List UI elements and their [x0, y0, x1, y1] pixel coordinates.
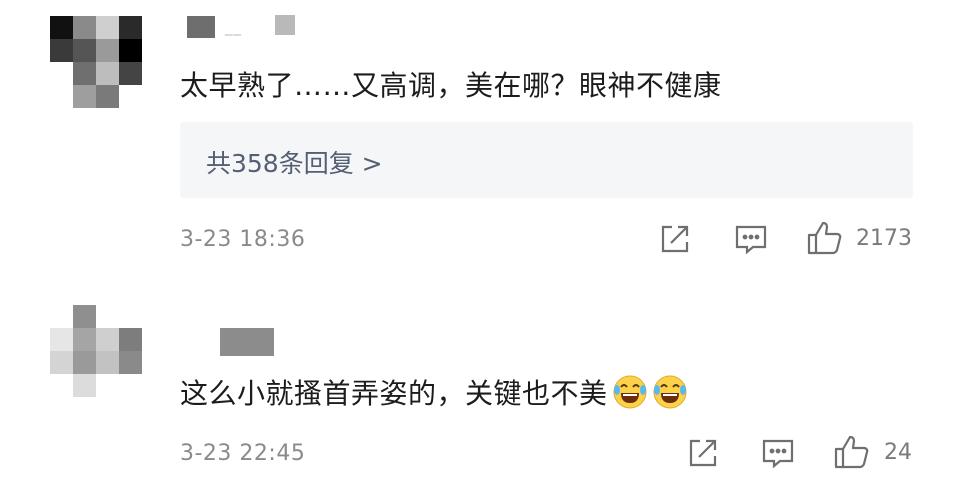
timestamp: 3-23 22:45 — [180, 441, 306, 466]
view-replies-link[interactable]: 共358条回复 > — [206, 144, 383, 180]
like-count: 24 — [884, 440, 912, 465]
username-redacted — [187, 16, 215, 38]
share-icon[interactable] — [658, 222, 692, 260]
thumbs-up-icon[interactable] — [806, 220, 844, 260]
replies-box: 共358条回复 > — [180, 122, 913, 198]
comment-icon[interactable] — [760, 436, 796, 474]
avatar[interactable] — [50, 305, 142, 397]
username-redacted — [220, 328, 274, 356]
username-redacted — [275, 15, 295, 35]
comment-text-content: 这么小就搔首弄姿的，关键也不美 — [180, 377, 608, 410]
username[interactable]: __ — [225, 18, 242, 36]
share-icon[interactable] — [686, 436, 720, 474]
avatar[interactable] — [50, 16, 142, 108]
timestamp: 3-23 18:36 — [180, 227, 306, 252]
laughing-crying-emoji — [652, 374, 688, 417]
comment-text: 太早熟了……又高调，美在哪？眼神不健康 — [180, 69, 722, 102]
comment-icon[interactable] — [733, 222, 769, 260]
like-count: 2173 — [856, 226, 912, 251]
thumbs-up-icon[interactable] — [833, 434, 871, 474]
laughing-crying-emoji — [612, 374, 648, 417]
comment-text: 这么小就搔首弄姿的，关键也不美 — [180, 372, 688, 417]
